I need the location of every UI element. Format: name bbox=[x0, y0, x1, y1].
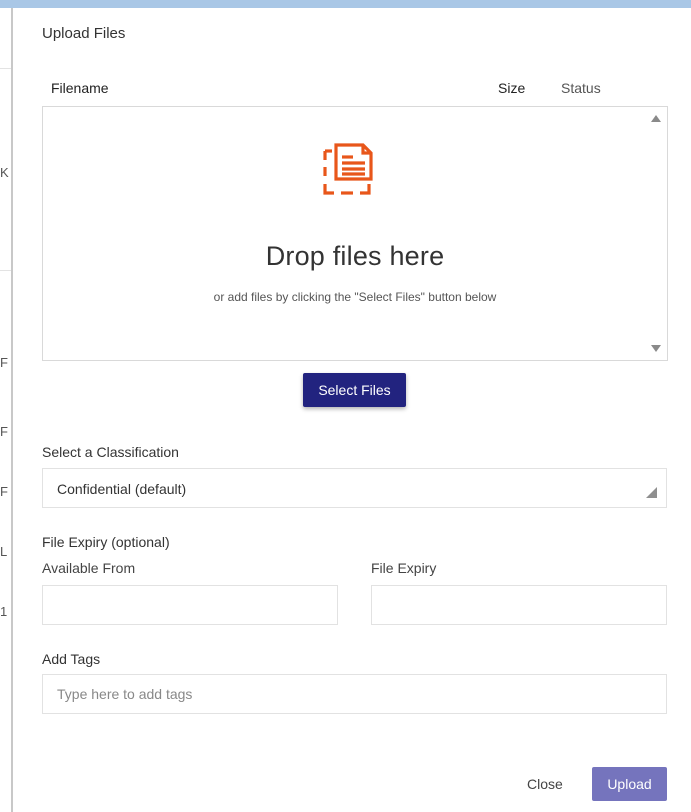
tags-input[interactable] bbox=[43, 675, 666, 713]
upload-files-dialog: Upload Files Filename Size Status Drop f… bbox=[13, 8, 691, 812]
column-header-status: Status bbox=[561, 80, 601, 96]
dropdown-arrow-icon bbox=[646, 487, 657, 498]
scroll-down-arrow-icon[interactable] bbox=[651, 345, 661, 352]
dropzone-title: Drop files here bbox=[265, 241, 445, 271]
available-from-label: Available From bbox=[42, 560, 136, 576]
window-top-strip bbox=[0, 0, 691, 8]
close-button[interactable]: Close bbox=[521, 772, 569, 796]
scroll-up-arrow-icon[interactable] bbox=[651, 115, 661, 122]
add-tags-label: Add Tags bbox=[42, 651, 101, 667]
classification-selected-value: Confidential (default) bbox=[57, 481, 187, 497]
file-expiry-label: File Expiry bbox=[371, 560, 437, 576]
column-header-size: Size bbox=[498, 80, 526, 96]
column-header-filename: Filename bbox=[51, 80, 109, 96]
file-expiry-field[interactable] bbox=[371, 585, 667, 625]
document-upload-icon bbox=[323, 143, 373, 195]
background-divider bbox=[0, 270, 11, 271]
file-expiry-section-label: File Expiry (optional) bbox=[42, 534, 170, 550]
dropzone-hint: or add files by clicking the "Select Fil… bbox=[213, 290, 497, 304]
classification-label: Select a Classification bbox=[42, 444, 179, 460]
select-files-button[interactable]: Select Files bbox=[303, 373, 406, 407]
classification-select[interactable]: Confidential (default) bbox=[42, 468, 667, 508]
available-from-field[interactable] bbox=[42, 585, 338, 625]
upload-button[interactable]: Upload bbox=[592, 767, 667, 801]
add-tags-field[interactable] bbox=[42, 674, 667, 714]
dialog-title: Upload Files bbox=[42, 25, 126, 42]
file-drop-zone[interactable]: Drop files here or add files by clicking… bbox=[42, 106, 668, 361]
background-divider bbox=[0, 68, 11, 69]
